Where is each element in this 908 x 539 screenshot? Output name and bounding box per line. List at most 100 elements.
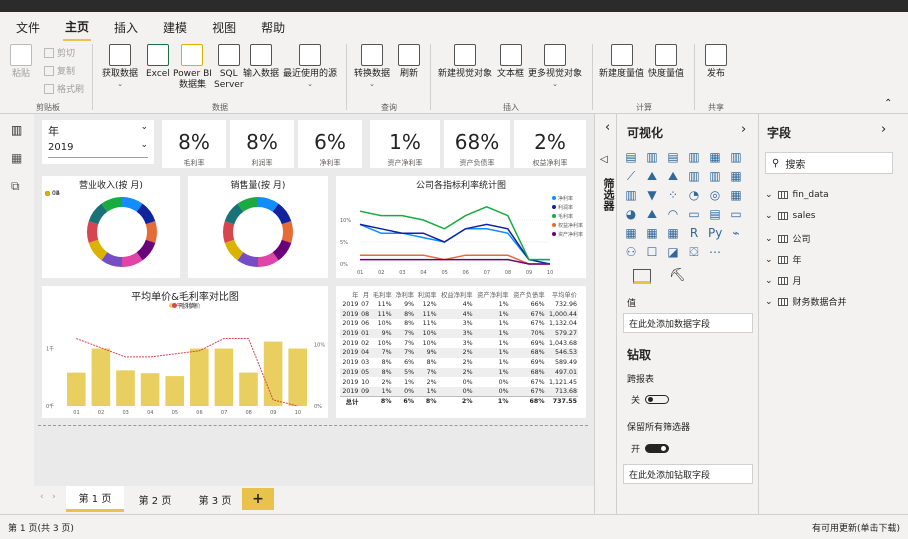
chevron-right-icon[interactable]: › xyxy=(741,122,746,137)
tab-page-3[interactable]: 第 3 页 xyxy=(186,486,244,512)
visual-type-icon[interactable]: ◔ xyxy=(687,188,701,202)
cross-report-toggle[interactable]: 关 xyxy=(631,393,670,406)
donut-slice[interactable] xyxy=(101,252,123,267)
chevron-left-icon[interactable]: ‹ xyxy=(40,492,44,502)
field-table-item[interactable]: ⌄ fin_data xyxy=(765,190,829,200)
year-slicer[interactable]: 年 ⌄ 2019 ⌄ xyxy=(42,120,154,164)
metrics-line-chart[interactable]: 公司各指标利率统计图 10% 5% 0% 01 02 03 04 05 06 07 08 09 10 净利… xyxy=(336,176,586,278)
table-row[interactable]: 2019 03 8% 6% 8% 2% 1% 69% 589.49 xyxy=(340,358,578,368)
visual-type-icon[interactable]: ▦ xyxy=(624,226,638,240)
tab-page-2[interactable]: 第 2 页 xyxy=(126,486,184,512)
chevron-left-icon[interactable]: ‹ xyxy=(605,120,610,135)
sql-server-button[interactable]: SQL Server xyxy=(214,44,244,91)
donut-slice[interactable] xyxy=(257,197,279,212)
table-header[interactable]: 资产净利率 xyxy=(474,290,510,300)
table-row[interactable]: 2019 02 10% 7% 10% 3% 1% 69% 1,043.68 xyxy=(340,338,578,348)
filters-pane-collapsed[interactable]: ◁ 筛选器 xyxy=(594,114,616,514)
visual-type-icon[interactable]: ⋯ xyxy=(708,245,722,259)
kpi-card[interactable]: 2% 权益净利率 xyxy=(514,120,586,168)
visual-type-icon[interactable]: ⛋ xyxy=(687,245,701,259)
menu-home[interactable]: 主页 xyxy=(63,14,92,41)
table-row[interactable]: 2019 05 8% 5% 7% 2% 1% 68% 497.01 xyxy=(340,367,578,378)
chevron-right-icon[interactable]: › xyxy=(881,122,886,137)
donut-slice[interactable] xyxy=(237,197,259,212)
chevron-right-icon[interactable]: › xyxy=(52,492,56,502)
table-header[interactable]: 毛利率 xyxy=(370,290,392,300)
bar[interactable] xyxy=(288,348,307,407)
visual-type-icon[interactable]: ◕ xyxy=(624,207,638,221)
table-row[interactable]: 2019 01 9% 7% 10% 3% 1% 70% 579.27 xyxy=(340,328,578,339)
visual-type-icon[interactable]: ▦ xyxy=(729,188,743,202)
kpi-card[interactable]: 68% 资产负债率 xyxy=(444,120,510,168)
bar[interactable] xyxy=(140,373,160,406)
add-page-button[interactable]: + xyxy=(242,488,274,510)
donut-slice[interactable] xyxy=(257,252,279,267)
visual-type-icon[interactable]: ▥ xyxy=(645,150,659,164)
price-margin-combo-chart[interactable]: 平均单价&毛利率对比图 平均单价 毛利率 1千 0千 10% 0% 01 02 03 04 05… xyxy=(42,286,328,418)
visual-type-icon[interactable]: ▤ xyxy=(624,150,638,164)
donut-slice[interactable] xyxy=(272,239,292,261)
chevron-left-icon[interactable]: ◁ xyxy=(600,154,608,165)
table-header[interactable]: 平均单价 xyxy=(546,290,578,300)
visual-type-icon[interactable]: ▤ xyxy=(708,207,722,221)
visual-type-icon[interactable]: ☐ xyxy=(645,245,659,259)
visual-type-icon[interactable]: ⛰ xyxy=(645,207,659,221)
sales-donut-chart[interactable]: 销售量(按 月) xyxy=(188,176,328,278)
format-brush-icon[interactable]: ⛏ xyxy=(669,268,686,283)
visual-type-icon[interactable]: ⛰ xyxy=(645,169,659,183)
report-view-icon[interactable]: ▥ xyxy=(11,124,23,136)
donut-slice[interactable] xyxy=(87,221,99,243)
bar[interactable] xyxy=(91,348,111,407)
table-header[interactable]: 月 xyxy=(359,290,370,300)
powerbi-dataset-button[interactable]: Power BI 数据集 xyxy=(173,44,212,91)
visual-type-icon[interactable]: ▭ xyxy=(729,207,743,221)
visual-type-icon[interactable]: ▥ xyxy=(624,188,638,202)
field-table-item[interactable]: ⌄ 公司 xyxy=(765,232,811,246)
visual-type-icon[interactable]: ▥ xyxy=(708,169,722,183)
donut-slice[interactable] xyxy=(88,203,108,225)
metrics-table[interactable]: 年月毛利率 净利率 利润率 权益净利率 资产净利率 资产负债率 平均单价 2019 07 11% 9… xyxy=(336,286,586,418)
keep-filters-toggle[interactable]: 开 xyxy=(631,442,670,455)
visual-type-icon[interactable]: R xyxy=(687,226,701,240)
publish-button[interactable]: 发布 xyxy=(705,44,727,80)
field-table-item[interactable]: ⌄ 年 xyxy=(765,253,802,267)
kpi-card[interactable]: 8% 毛利率 xyxy=(162,120,226,168)
recent-sources-button[interactable]: 最近使用的源 ⌄ xyxy=(283,44,337,88)
donut-slice[interactable] xyxy=(121,197,143,212)
visual-type-icon[interactable]: Py xyxy=(708,226,722,240)
visual-type-icon[interactable]: ▥ xyxy=(729,150,743,164)
table-row[interactable]: 2019 07 11% 9% 12% 4% 1% 66% 732.96 xyxy=(340,300,578,310)
donut-slice[interactable] xyxy=(136,239,156,261)
donut-slice[interactable] xyxy=(224,239,244,261)
table-row[interactable]: 2019 09 1% 0% 1% 0% 0% 67% 713.68 xyxy=(340,386,578,397)
refresh-button[interactable]: 刷新 xyxy=(398,44,420,80)
visual-type-icon[interactable]: ⟋ xyxy=(624,169,638,183)
table-row[interactable]: 2019 04 7% 7% 9% 2% 1% 68% 546.53 xyxy=(340,348,578,358)
bar[interactable] xyxy=(214,348,234,407)
menu-modeling[interactable]: 建模 xyxy=(161,15,189,40)
kpi-card[interactable]: 8% 利润率 xyxy=(230,120,294,168)
copy-button[interactable]: 复制 xyxy=(44,64,75,77)
bar[interactable] xyxy=(190,348,209,407)
kpi-card[interactable]: 6% 净利率 xyxy=(298,120,362,168)
visual-type-icon[interactable]: ⚇ xyxy=(624,245,638,259)
bar[interactable] xyxy=(239,372,258,406)
table-header[interactable]: 资产负债率 xyxy=(510,290,546,300)
cut-button[interactable]: 剪切 xyxy=(44,46,75,59)
field-table-item[interactable]: ⌄ 财务数据合并 xyxy=(765,295,847,309)
visual-type-icon[interactable]: ▦ xyxy=(708,150,722,164)
get-data-button[interactable]: 获取数据 ⌄ xyxy=(102,44,138,88)
visual-type-icon[interactable]: ◪ xyxy=(666,245,680,259)
format-painter-button[interactable]: 格式刷 xyxy=(44,82,84,95)
donut-slice[interactable] xyxy=(224,203,244,225)
menu-view[interactable]: 视图 xyxy=(210,15,238,40)
visual-type-icon[interactable]: ⛰ xyxy=(666,169,680,183)
table-header[interactable]: 净利率 xyxy=(393,290,415,300)
visual-type-icon[interactable]: ▭ xyxy=(687,207,701,221)
new-measure-button[interactable]: 新建度量值 xyxy=(599,44,644,80)
donut-slice[interactable] xyxy=(145,221,157,243)
table-row[interactable]: 2019 08 11% 8% 11% 4% 1% 67% 1,000.44 xyxy=(340,309,578,320)
visual-type-icon[interactable]: ▤ xyxy=(666,150,680,164)
donut-slice[interactable] xyxy=(281,221,293,243)
menu-file[interactable]: 文件 xyxy=(14,15,42,40)
